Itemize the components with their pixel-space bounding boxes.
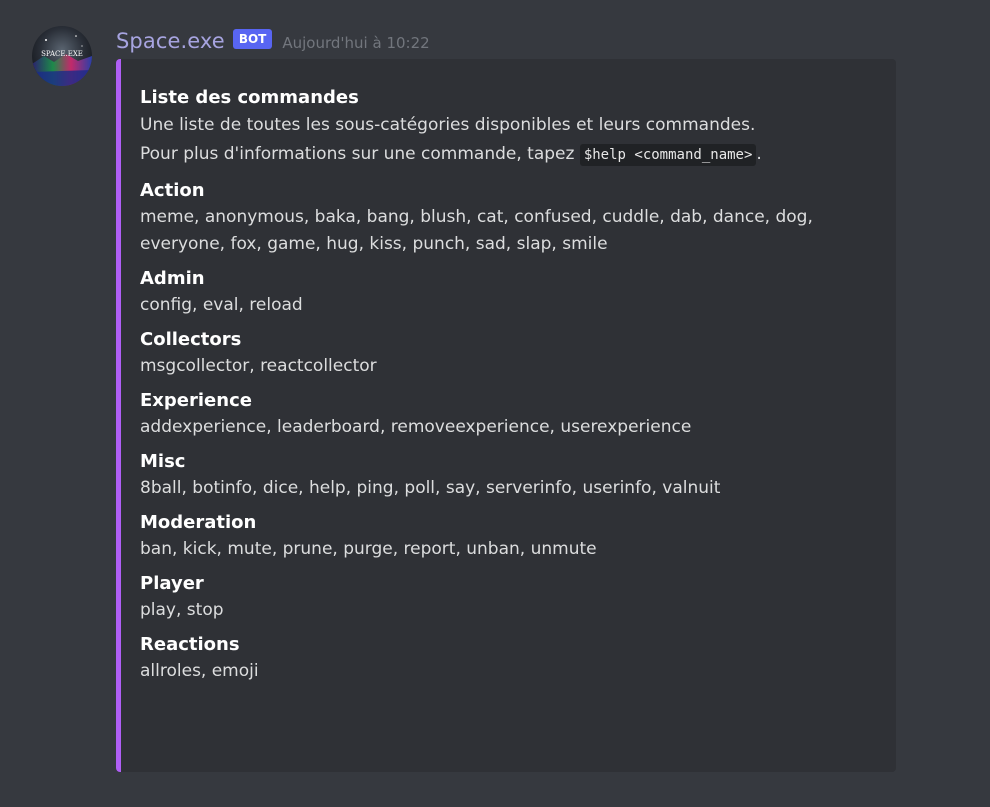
help-command-code: $help <command_name>	[579, 144, 757, 166]
avatar-image: SPACE.EXE	[32, 26, 92, 86]
embed-field: Experience addexperience, leaderboard, re…	[140, 388, 880, 441]
embed-title: Liste des commandes	[140, 87, 359, 108]
field-value: play, stop	[140, 600, 224, 620]
field-name: Collectors	[140, 329, 242, 350]
embed-field: Collectors msgcollector, reactcollector	[140, 327, 880, 380]
message-timestamp[interactable]: Aujourd'hui à 10:22	[282, 34, 429, 52]
description-line-2: Pour plus d'informations sur une command…	[140, 140, 880, 170]
help-embed: Liste des commandes Une liste de toutes …	[116, 59, 896, 772]
bot-avatar[interactable]: SPACE.EXE	[32, 26, 92, 86]
field-name: Admin	[140, 268, 205, 289]
embed-accent-bar	[116, 59, 121, 772]
field-value: everyone, fox, game, hug, kiss, punch, s…	[140, 234, 608, 254]
field-value: addexperience, leaderboard, removeexperi…	[140, 417, 692, 437]
field-value: msgcollector, reactcollector	[140, 356, 377, 376]
embed-field: Player play, stop	[140, 571, 880, 624]
field-value: meme, anonymous, baka, bang, blush, cat,…	[140, 207, 813, 227]
bot-tag-badge: BOT	[232, 29, 273, 49]
field-value: allroles, emoji	[140, 661, 259, 681]
message-header: Space.exe BOT Aujourd'hui à 10:22	[116, 27, 430, 55]
bot-username[interactable]: Space.exe	[116, 29, 225, 53]
field-name: Experience	[140, 390, 252, 411]
embed-description: Une liste de toutes les sous-catégories …	[140, 111, 880, 170]
field-name: Player	[140, 573, 204, 594]
description-suffix: .	[756, 144, 762, 164]
embed-fields: Action meme, anonymous, baka, bang, blush…	[140, 178, 880, 685]
embed-content: Liste des commandes Une liste de toutes …	[140, 85, 880, 685]
description-line-1: Une liste de toutes les sous-catégories …	[140, 115, 756, 135]
embed-field: Admin config, eval, reload	[140, 266, 880, 319]
field-name: Reactions	[140, 634, 240, 655]
field-value: 8ball, botinfo, dice, help, ping, poll, …	[140, 478, 721, 498]
field-name: Action	[140, 180, 205, 201]
field-name: Misc	[140, 451, 186, 472]
field-name: Moderation	[140, 512, 257, 533]
embed-field: Moderation ban, kick, mute, prune, purge,…	[140, 510, 880, 563]
embed-field: Reactions allroles, emoji	[140, 632, 880, 685]
bot-message: SPACE.EXE Space.exe BOT Aujourd'hui à 10…	[0, 0, 990, 807]
field-value: ban, kick, mute, prune, purge, report, u…	[140, 539, 597, 559]
svg-text:SPACE.EXE: SPACE.EXE	[41, 50, 83, 58]
description-prefix: Pour plus d'informations sur une command…	[140, 144, 580, 164]
embed-field: Misc 8ball, botinfo, dice, help, ping, po…	[140, 449, 880, 502]
field-value: config, eval, reload	[140, 295, 303, 315]
embed-field: Action meme, anonymous, baka, bang, blush…	[140, 178, 880, 258]
